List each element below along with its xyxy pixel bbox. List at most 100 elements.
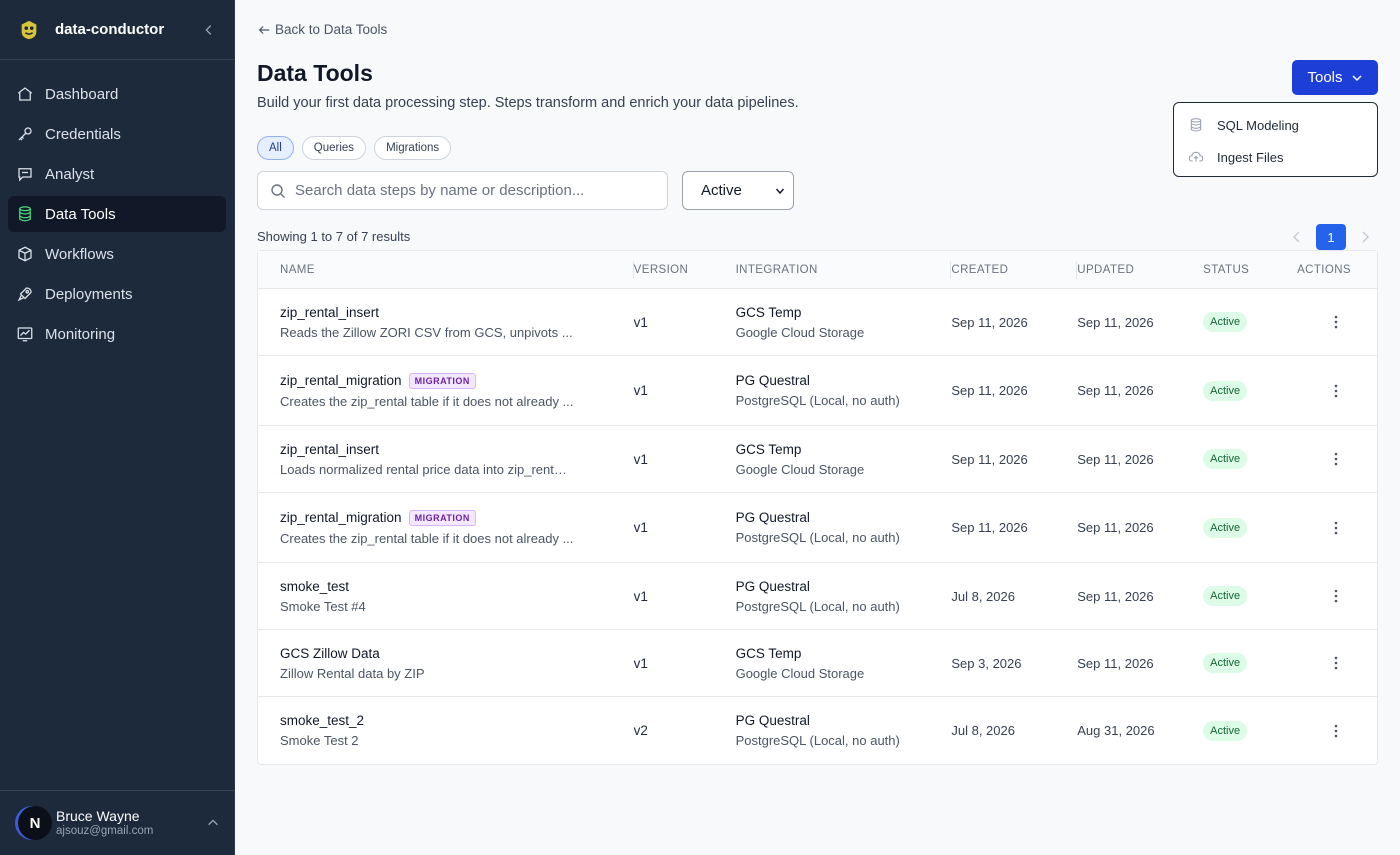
column-header-version[interactable]: VERSION xyxy=(634,251,736,289)
sidebar-item-analyst[interactable]: Analyst xyxy=(8,156,226,192)
integration-type: PostgreSQL (Local, no auth) xyxy=(735,393,900,408)
chevron-left-icon[interactable] xyxy=(202,23,216,37)
cell-integration: PG Questral PostgreSQL (Local, no auth) xyxy=(736,510,952,545)
sidebar-item-dashboard[interactable]: Dashboard xyxy=(8,76,226,112)
step-name[interactable]: GCS Zillow Data xyxy=(280,646,380,661)
more-vertical-icon[interactable] xyxy=(1328,723,1344,739)
data-steps-table: NAME VERSION INTEGRATION CREATED UPDATED… xyxy=(257,250,1378,765)
sidebar-item-label: Dashboard xyxy=(45,85,119,103)
sidebar-nav: Dashboard Credentials Analyst Data Tools… xyxy=(0,60,234,352)
menu-item-label: Ingest Files xyxy=(1217,149,1284,165)
step-name[interactable]: smoke_test_2 xyxy=(280,713,364,728)
status-select[interactable]: Active xyxy=(682,171,794,210)
cell-version: v1 xyxy=(633,588,648,604)
sidebar-item-deployments[interactable]: Deployments xyxy=(8,276,226,312)
status-badge: Active xyxy=(1203,380,1248,401)
column-header-status[interactable]: STATUS xyxy=(1203,251,1295,289)
chip-all[interactable]: All xyxy=(257,136,294,160)
cell-integration: GCS Temp Google Cloud Storage xyxy=(736,305,952,340)
table-row[interactable]: zip_rental_migration MIGRATION Creates the… xyxy=(258,356,1377,426)
step-name-line: zip_rental_insert xyxy=(280,305,634,320)
column-header-name[interactable]: NAME xyxy=(258,251,634,289)
more-vertical-icon[interactable] xyxy=(1328,451,1344,467)
column-header-updated[interactable]: UPDATED xyxy=(1077,251,1203,289)
page-title: Data Tools xyxy=(257,60,373,86)
cell-created: Sep 3, 2026 xyxy=(951,655,1022,671)
search-box xyxy=(257,171,668,210)
table-row[interactable]: smoke_test Smoke Test #4 v1 PG Questral Post… xyxy=(258,563,1377,630)
step-description: Creates the zip_rental table if it does … xyxy=(280,393,574,409)
rocket-icon xyxy=(17,287,32,302)
brand-name: data-conductor xyxy=(55,21,165,38)
migration-badge: MIGRATION xyxy=(408,509,476,526)
integration-name: GCS Temp xyxy=(735,645,802,661)
more-vertical-icon[interactable] xyxy=(1328,520,1344,536)
cell-version: v1 xyxy=(633,383,648,398)
table-row[interactable]: smoke_test_2 Smoke Test 2 v2 PG Questral Pos… xyxy=(258,697,1377,764)
step-name[interactable]: zip_rental_migration xyxy=(280,373,402,388)
column-header-integration[interactable]: INTEGRATION xyxy=(736,251,952,289)
cell-actions xyxy=(1295,655,1377,671)
integration-type: Google Cloud Storage xyxy=(735,324,865,340)
cell-updated: Sep 11, 2026 xyxy=(1077,655,1154,671)
brand-header: data-conductor xyxy=(0,0,234,60)
cell-name: smoke_test Smoke Test #4 xyxy=(258,579,634,614)
menu-item-sql-modeling[interactable]: SQL Modeling xyxy=(1174,109,1377,141)
chip-queries[interactable]: Queries xyxy=(301,136,367,160)
next-page-button[interactable] xyxy=(1358,230,1372,244)
table-row[interactable]: zip_rental_migration MIGRATION Creates the… xyxy=(258,493,1377,563)
step-name[interactable]: zip_rental_migration xyxy=(280,510,402,525)
table-row[interactable]: zip_rental_insert Reads the Zillow ZORI C… xyxy=(258,289,1377,356)
tools-button-label: Tools xyxy=(1307,69,1343,86)
cell-created: Jul 8, 2026 xyxy=(951,723,1015,738)
cell-name: GCS Zillow Data Zillow Rental data by ZIP xyxy=(258,646,634,681)
main-content: Back to Data Tools Data Tools Build your… xyxy=(235,0,1400,855)
menu-item-label: SQL Modeling xyxy=(1217,117,1299,133)
step-description: Reads the Zillow ZORI CSV from GCS, unpi… xyxy=(280,324,573,340)
tools-button[interactable]: Tools xyxy=(1292,60,1378,95)
sidebar-item-credentials[interactable]: Credentials xyxy=(8,116,226,152)
sidebar-item-workflows[interactable]: Workflows xyxy=(8,236,226,272)
column-header-created[interactable]: CREATED xyxy=(951,251,1078,289)
chevron-right-icon xyxy=(1362,231,1369,243)
cell-updated: Sep 11, 2026 xyxy=(1077,588,1154,604)
integration-name: GCS Temp xyxy=(735,441,802,457)
more-vertical-icon[interactable] xyxy=(1328,314,1344,330)
cell-updated: Sep 11, 2026 xyxy=(1077,383,1154,398)
more-vertical-icon[interactable] xyxy=(1328,588,1344,604)
cell-created: Sep 11, 2026 xyxy=(951,383,1028,398)
step-description: Smoke Test #4 xyxy=(280,598,366,614)
table-row[interactable]: zip_rental_insert Loads normalized rental… xyxy=(258,426,1377,493)
step-name[interactable]: zip_rental_insert xyxy=(280,442,379,457)
user-menu[interactable]: N Bruce Wayne ajsouz@gmail.com xyxy=(0,790,234,855)
more-vertical-icon[interactable] xyxy=(1328,383,1344,399)
table-row[interactable]: GCS Zillow Data Zillow Rental data by ZIP… xyxy=(258,630,1377,697)
search-input[interactable] xyxy=(295,182,667,199)
sidebar-item-label: Monitoring xyxy=(45,325,116,343)
cell-version: v1 xyxy=(633,314,648,330)
sidebar-item-data-tools[interactable]: Data Tools xyxy=(8,196,226,232)
prev-page-button[interactable] xyxy=(1290,230,1304,244)
sidebar-item-monitoring[interactable]: Monitoring xyxy=(8,316,226,352)
page-button-current[interactable]: 1 xyxy=(1316,224,1346,250)
chip-migrations[interactable]: Migrations xyxy=(374,136,452,160)
integration-name: PG Questral xyxy=(735,373,810,388)
integration-type: PostgreSQL (Local, no auth) xyxy=(735,598,900,614)
cell-status: Active xyxy=(1203,720,1295,741)
step-name[interactable]: zip_rental_insert xyxy=(280,305,379,320)
back-link[interactable]: Back to Data Tools xyxy=(257,22,387,37)
status-badge: Active xyxy=(1203,720,1248,741)
cell-actions xyxy=(1295,451,1377,467)
step-name[interactable]: smoke_test xyxy=(280,579,349,594)
status-badge: Active xyxy=(1203,517,1248,538)
menu-item-ingest-files[interactable]: Ingest Files xyxy=(1174,141,1377,173)
home-icon xyxy=(17,87,33,101)
search-icon xyxy=(271,183,285,198)
table-body: zip_rental_insert Reads the Zillow ZORI C… xyxy=(258,289,1377,764)
more-vertical-icon[interactable] xyxy=(1328,655,1344,671)
chart-icon xyxy=(17,327,33,342)
integration-type: Google Cloud Storage xyxy=(735,461,865,477)
status-select-value: Active xyxy=(701,182,742,199)
chevron-down-icon xyxy=(775,188,785,194)
chevron-up-icon[interactable] xyxy=(206,816,220,830)
